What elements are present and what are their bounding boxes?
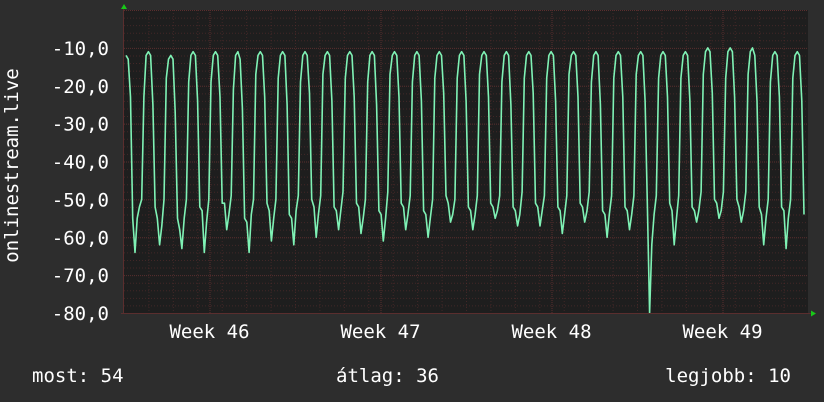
legend-legjobb: legjobb: 10 <box>665 365 791 387</box>
y-tick-label: -10,0 <box>52 38 109 60</box>
x-tick-label: Week 48 <box>511 321 591 343</box>
x-tick-label: Week 46 <box>169 321 249 343</box>
y-tick-label: -40,0 <box>52 152 109 174</box>
y-axis-label: onlinestream.live <box>1 68 23 262</box>
y-tick-label: -70,0 <box>52 265 109 287</box>
x-tick-label: Week 47 <box>340 321 420 343</box>
chart: -10,0 -20,0 -30,0 -40,0 -50,0 -60,0 -70,0 -80,0… <box>0 0 824 402</box>
x-tick-label: Week 49 <box>682 321 762 343</box>
y-tick-label: -60,0 <box>52 227 109 249</box>
y-tick-label: -80,0 <box>52 303 109 325</box>
y-tick-label: -20,0 <box>52 76 109 98</box>
y-tick-label: -30,0 <box>52 114 109 136</box>
legend-atlag: átlag: 36 <box>336 365 439 387</box>
legend-most: most: 54 <box>32 365 124 387</box>
y-tick-label: -50,0 <box>52 189 109 211</box>
